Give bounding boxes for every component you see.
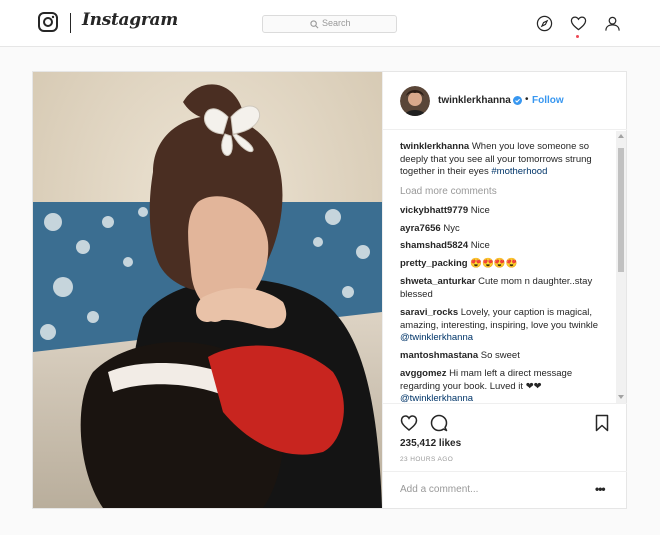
comment-username[interactable]: shamshad5824 — [400, 240, 468, 251]
avatar-image — [400, 86, 430, 116]
comment-text: Nice — [470, 205, 490, 216]
post-sidebar: twinklerkhanna • Follow twinklerkhanna W… — [382, 72, 627, 508]
comment-username[interactable]: pretty_packing — [400, 258, 468, 269]
follow-button[interactable]: Follow — [532, 95, 564, 106]
post-card: twinklerkhanna • Follow twinklerkhanna W… — [32, 71, 627, 509]
compass-icon[interactable] — [536, 15, 553, 32]
post-photo-image — [33, 72, 382, 508]
comment-item: saravi_rocks Lovely, your caption is mag… — [400, 307, 600, 345]
comment-item: pretty_packing 😍😍😍😍 — [400, 258, 600, 271]
comment-text: Nyc — [443, 223, 460, 234]
comment-text: 😍😍😍😍 — [470, 258, 518, 269]
search-icon — [310, 20, 319, 29]
comments-list[interactable]: twinklerkhanna When you love someone so … — [383, 131, 627, 403]
top-navigation-bar: Instagram Search — [0, 0, 660, 47]
search-input[interactable]: Search — [262, 15, 397, 33]
instagram-wordmark[interactable]: Instagram — [82, 10, 178, 30]
caption: twinklerkhanna When you love someone so … — [400, 141, 600, 179]
separator-dot: • — [525, 94, 529, 105]
scroll-up-arrow-icon[interactable] — [618, 134, 624, 138]
bookmark-icon[interactable] — [593, 414, 611, 432]
heart-icon[interactable] — [570, 15, 587, 32]
verified-badge-icon — [513, 96, 522, 105]
comment-item: shweta_anturkar Cute mom n daughter..sta… — [400, 276, 600, 301]
caption-hashtag[interactable]: #motherhood — [491, 166, 547, 177]
comment-mention[interactable]: @twinklerkhanna — [400, 393, 473, 403]
likes-count[interactable]: 235,412 likes — [400, 438, 461, 449]
caption-username[interactable]: twinklerkhanna — [400, 141, 469, 152]
scrollbar-thumb[interactable] — [618, 148, 624, 272]
comment-item: ayra7656 Nyc — [400, 223, 600, 236]
comment-text: So sweet — [480, 350, 520, 361]
post-actions: 235,412 likes 23 HOURS AGO Add a comment… — [383, 403, 627, 508]
post-header: twinklerkhanna • Follow — [383, 72, 627, 130]
logo-divider — [70, 13, 71, 33]
profile-icon[interactable] — [604, 15, 621, 32]
load-more-comments-button[interactable]: Load more comments — [400, 186, 497, 197]
comment-item: avggomez Hi mam left a direct message re… — [400, 368, 600, 403]
comment-username[interactable]: shweta_anturkar — [400, 276, 476, 287]
comment-bubble-icon[interactable] — [430, 414, 448, 432]
post-photo[interactable] — [33, 72, 382, 508]
more-options-icon[interactable]: ••• — [595, 482, 606, 496]
instagram-camera-icon[interactable] — [38, 12, 58, 32]
post-author-username[interactable]: twinklerkhanna — [438, 95, 511, 106]
comment-item: shamshad5824 Nice — [400, 240, 600, 253]
like-heart-icon[interactable] — [400, 414, 418, 432]
comment-username[interactable]: ayra7656 — [400, 223, 441, 234]
post-timestamp: 23 HOURS AGO — [400, 456, 454, 463]
avatar[interactable] — [400, 86, 430, 116]
add-comment-input[interactable]: Add a comment... — [400, 484, 478, 495]
comment-username[interactable]: vickybhatt9779 — [400, 205, 468, 216]
comment-username[interactable]: avggomez — [400, 368, 446, 379]
comment-mention[interactable]: @twinklerkhanna — [400, 332, 473, 343]
comment-text: Nice — [470, 240, 490, 251]
comment-item: mantoshmastana So sweet — [400, 350, 600, 363]
notification-dot — [576, 35, 579, 38]
comment-username[interactable]: mantoshmastana — [400, 350, 478, 361]
search-placeholder: Search — [322, 18, 351, 28]
comment-username[interactable]: saravi_rocks — [400, 307, 458, 318]
comment-item: vickybhatt9779 Nice — [400, 205, 600, 218]
scroll-down-arrow-icon[interactable] — [618, 395, 624, 399]
add-comment-area: Add a comment... ••• — [383, 471, 627, 509]
